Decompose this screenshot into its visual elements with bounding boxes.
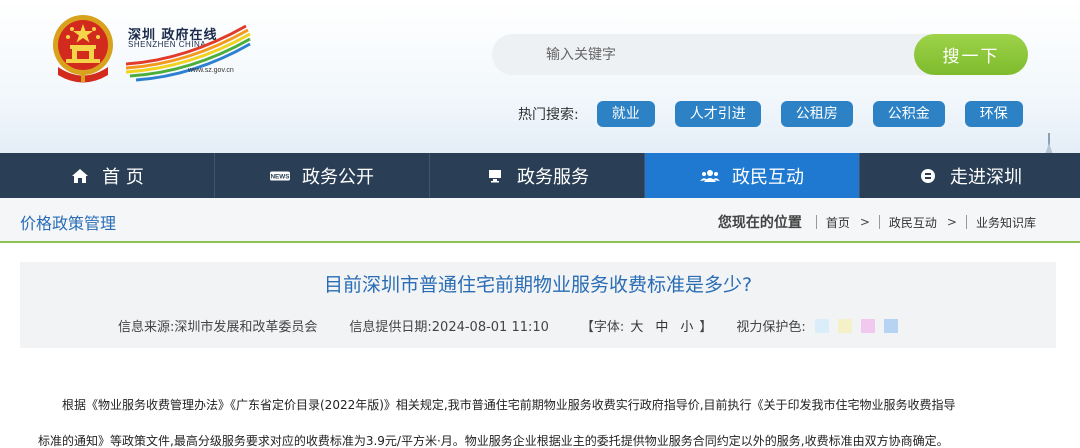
news-icon: NEWS	[270, 166, 290, 186]
nav-item-services[interactable]: 政务服务	[430, 153, 645, 198]
font-size-medium[interactable]: 中	[655, 316, 668, 335]
nav-item-label: 政务服务	[517, 166, 589, 188]
article-paragraph-continued: 标准的通知》等政策文件,最高分级服务要求对应的收费标准为3.9元/平方米·月。物…	[38, 434, 949, 448]
breadcrumb-here-label: 您现在的位置	[717, 215, 802, 231]
hot-search-label: 热门搜索:	[518, 107, 579, 123]
monitor-icon	[485, 166, 505, 186]
eye-color-swatch[interactable]	[883, 318, 898, 333]
svg-text:NEWS: NEWS	[270, 173, 289, 180]
nav-item-public-affairs[interactable]: NEWS 政务公开	[215, 153, 430, 198]
eye-color-swatch[interactable]	[814, 318, 829, 333]
breadcrumb-divider	[815, 215, 817, 229]
article-date: 信息提供日期:2024-08-01 11:10	[349, 320, 549, 335]
article-source: 信息来源:深圳市发展和改革委员会	[118, 320, 318, 335]
breadcrumb-arrow: >	[859, 215, 870, 229]
nav-item-explore-shenzhen[interactable]: 走进深圳	[860, 153, 1080, 198]
breadcrumb-bar: 价格政策管理 您现在的位置 首页 > 政民互动 > 业务知识库	[0, 198, 1080, 243]
article-meta: 信息来源:深圳市发展和改革委员会 信息提供日期:2024-08-01 11:10…	[118, 316, 898, 335]
home-icon	[70, 166, 90, 186]
font-size-control: 【字体: 大 中 小 】	[581, 316, 712, 335]
eye-color-swatch[interactable]	[837, 318, 852, 333]
article-header: 目前深圳市普通住宅前期物业服务收费标准是多少? 信息来源:深圳市发展和改革委员会…	[20, 262, 1056, 348]
section-title: 价格政策管理	[20, 214, 117, 233]
search-box: 搜一下	[492, 34, 1028, 75]
site-header: 深圳 政府在线 SHENZHEN CHINA www.sz.gov.cn 搜一下…	[0, 0, 1080, 153]
hot-tag-public-housing[interactable]: 公租房	[780, 101, 853, 127]
breadcrumb-arrow: >	[946, 215, 957, 229]
breadcrumb-divider	[965, 215, 967, 229]
font-size-small[interactable]: 小	[680, 316, 693, 335]
breadcrumb-interaction[interactable]: 政民互动	[889, 214, 937, 231]
breadcrumb-divider	[878, 215, 880, 229]
breadcrumb: 您现在的位置 首页 > 政民互动 > 业务知识库	[718, 212, 1046, 232]
hot-tag-housing-fund[interactable]: 公积金	[872, 101, 945, 127]
hot-tag-jobs[interactable]: 就业	[596, 101, 655, 127]
nav-item-interaction[interactable]: 政民互动	[645, 153, 860, 198]
hot-tag-environment[interactable]: 环保	[964, 101, 1023, 127]
article-title: 目前深圳市普通住宅前期物业服务收费标准是多少?	[323, 274, 753, 296]
breadcrumb-home[interactable]: 首页	[826, 214, 850, 231]
eye-protect-label: 视力保护色:	[736, 320, 806, 335]
search-button[interactable]: 搜一下	[914, 34, 1028, 75]
nav-item-label: 政民互动	[732, 166, 804, 188]
breadcrumb-knowledge-base[interactable]: 业务知识库	[976, 214, 1036, 231]
article-paragraph: 根据《物业服务收费管理办法》《广东省定价目录(2022年版)》相关规定,我市普通…	[62, 398, 956, 412]
logo-url-text: www.sz.gov.cn	[188, 67, 234, 74]
font-label-close: 】	[699, 320, 713, 335]
hot-tag-talent[interactable]: 人才引进	[674, 101, 761, 127]
nav-item-label: 走进深圳	[950, 166, 1022, 188]
article-body: 根据《物业服务收费管理办法》《广东省定价目录(2022年版)》相关规定,我市普通…	[38, 387, 1048, 448]
hot-search: 热门搜索: 就业 人才引进 公租房 公积金 环保	[518, 101, 1043, 127]
nav-item-label: 首 页	[102, 166, 144, 188]
national-emblem-icon	[53, 15, 113, 83]
users-icon	[700, 166, 720, 186]
font-label-open: 【字体:	[580, 320, 625, 335]
search-input[interactable]	[492, 34, 932, 75]
font-size-large[interactable]: 大	[630, 316, 643, 335]
info-circle-icon	[918, 166, 938, 186]
nav-item-home[interactable]: 首 页	[0, 153, 215, 198]
nav-item-label: 政务公开	[302, 166, 374, 188]
main-nav: 首 页 NEWS 政务公开 政务服务 政民互动 走进深圳	[0, 153, 1080, 198]
site-logo[interactable]: 深圳 政府在线 SHENZHEN CHINA www.sz.gov.cn	[126, 22, 251, 82]
eye-color-swatch[interactable]	[860, 318, 875, 333]
